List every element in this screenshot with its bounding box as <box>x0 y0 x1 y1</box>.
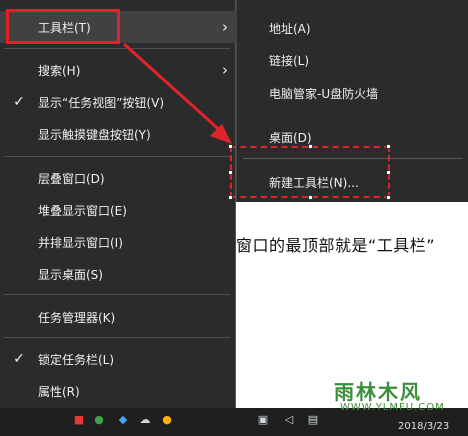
watermark-url: WWW.YLMFU.COM <box>340 402 445 413</box>
tray-wechat-icon[interactable]: ● <box>92 413 106 427</box>
tray-qq-icon[interactable]: ● <box>160 413 174 427</box>
network-icon[interactable]: ▣ <box>256 413 270 427</box>
tray-shield-icon[interactable]: ◆ <box>116 413 130 427</box>
arrow-line <box>122 42 226 136</box>
volume-icon[interactable]: ◁ <box>282 413 296 427</box>
annotation-arrow <box>122 42 232 144</box>
watermark-logo: 雨林木风 <box>334 380 422 404</box>
taskbar-date[interactable]: 2018/3/23 <box>398 421 449 432</box>
arrow-head <box>210 124 232 144</box>
notification-icon[interactable]: ▤ <box>306 413 320 427</box>
tray-app-icon[interactable]: ■ <box>72 413 86 427</box>
tray-cloud-icon[interactable]: ☁ <box>138 413 152 427</box>
